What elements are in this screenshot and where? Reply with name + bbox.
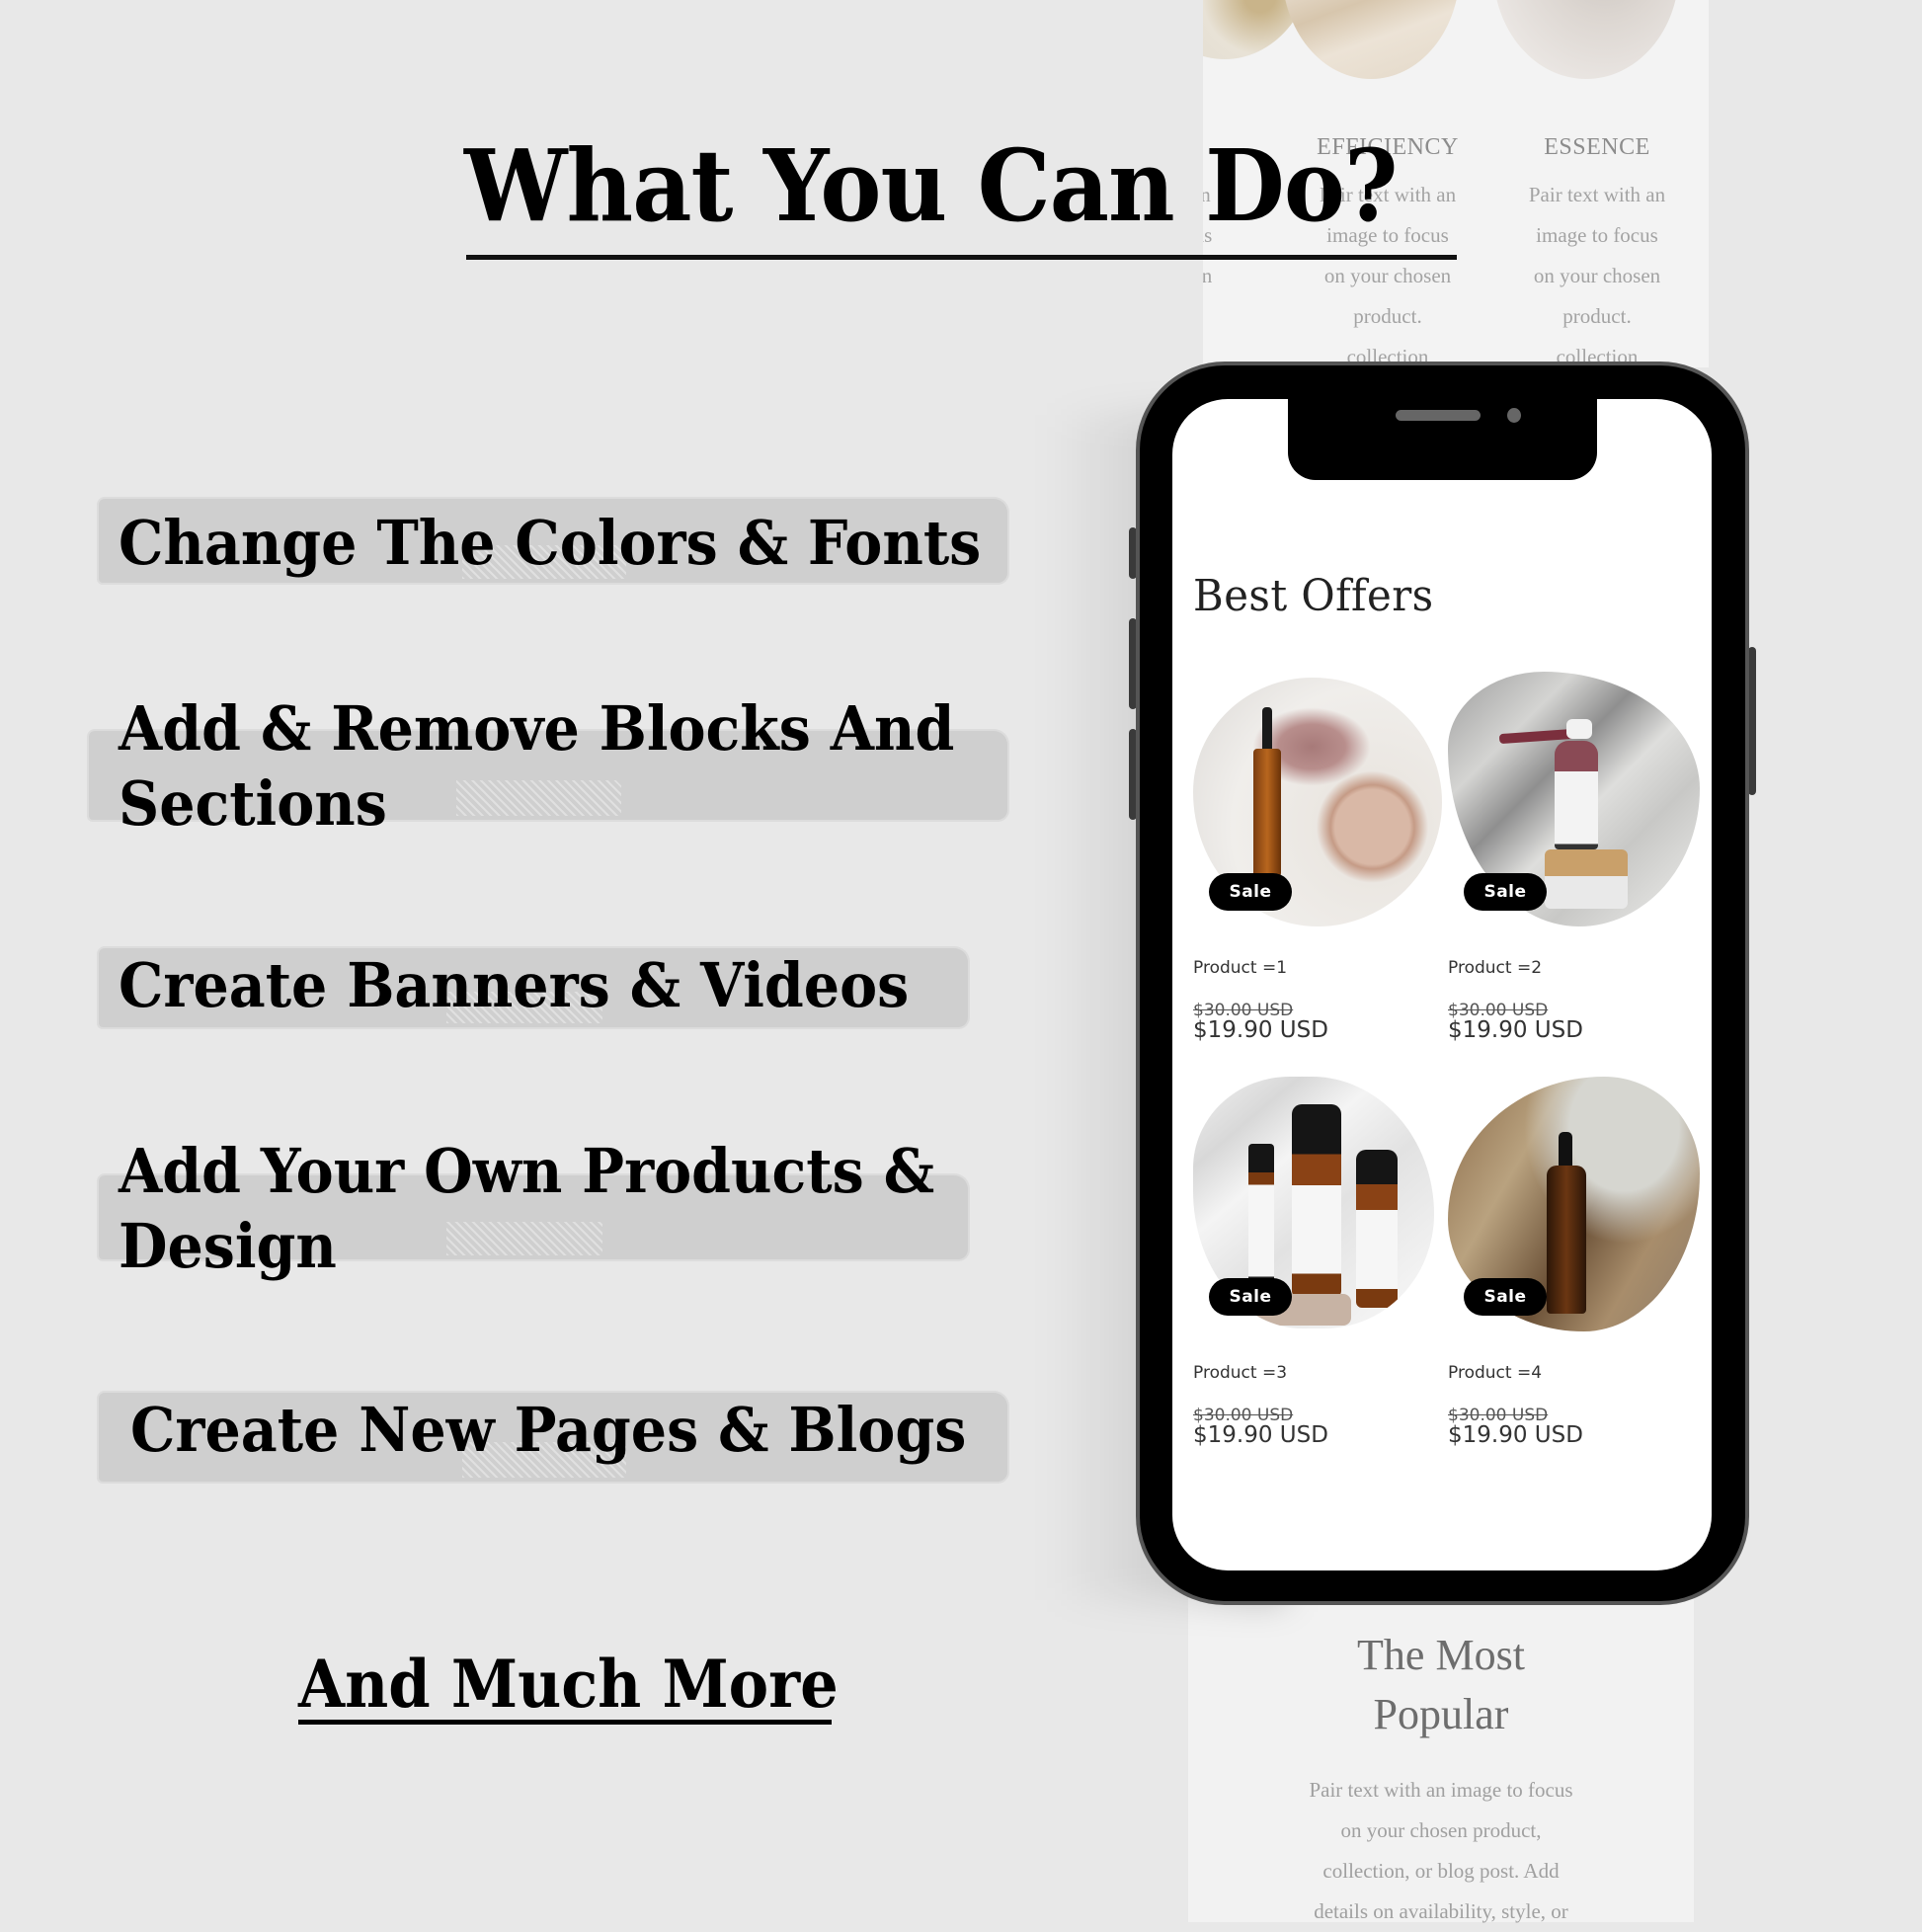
phone-camera-icon xyxy=(1507,408,1521,423)
best-offers-heading: Best Offers xyxy=(1193,571,1434,621)
feature-colors-fonts: Change The Colors & Fonts xyxy=(119,507,982,579)
product-name[interactable]: Product =4 xyxy=(1448,1363,1542,1383)
popular-section-title: The Most Popular xyxy=(1357,1631,1525,1738)
sale-badge: Sale xyxy=(1209,873,1292,911)
dropper-cap xyxy=(1262,707,1272,751)
feature-blocks-sections: Add & Remove Blocks And xyxy=(119,692,955,765)
product-price: $19.90 USD xyxy=(1193,1017,1328,1043)
feature-column-essence: ESSENCE Pair text with an image to focus… xyxy=(1493,134,1701,371)
spray-bottle-small xyxy=(1356,1150,1398,1308)
column-heading: ESSENCE xyxy=(1544,134,1650,160)
sale-badge: Sale xyxy=(1464,1278,1547,1316)
page-title: What You Can Do? xyxy=(464,127,1398,244)
product-price: $19.90 USD xyxy=(1448,1422,1583,1448)
phone-speaker-icon xyxy=(1396,410,1481,421)
more-link-underline xyxy=(298,1720,832,1725)
and-much-more-link[interactable]: And Much More xyxy=(298,1645,839,1724)
phone-power-button xyxy=(1748,647,1756,795)
product-name[interactable]: Product =3 xyxy=(1193,1363,1287,1383)
phone-screen: Best Offers Sale Product =1 $30.00 USD $… xyxy=(1172,399,1712,1570)
product-price: $19.90 USD xyxy=(1448,1017,1583,1043)
column-text: Pair text with an image to focus on your… xyxy=(1528,183,1666,368)
spray-bottle-large xyxy=(1292,1104,1341,1297)
product-name[interactable]: Product =2 xyxy=(1448,958,1542,978)
feature-blocks-sections-line2: Sections xyxy=(119,767,387,840)
feature-products-design-line2: Design xyxy=(119,1210,337,1282)
product-card[interactable]: Sale Product =2 $30.00 USD xyxy=(1448,672,1705,1027)
title-underline xyxy=(466,255,1457,260)
feature-products-design: Add Your Own Products & xyxy=(119,1135,935,1207)
feature-banners-videos: Create Banners & Videos xyxy=(119,949,910,1021)
popular-section-text: Pair text with an image to focus on your… xyxy=(1309,1778,1573,1923)
product-card[interactable]: Sale Product =3 $30.00 USD xyxy=(1193,1077,1434,1432)
dropper-cap xyxy=(1559,1132,1572,1167)
sale-badge: Sale xyxy=(1464,873,1547,911)
feature-pages-blogs: Create New Pages & Blogs xyxy=(130,1394,967,1466)
product-price: $19.90 USD xyxy=(1193,1422,1328,1448)
dropper-top xyxy=(1566,719,1592,739)
amber-bottle xyxy=(1547,1166,1586,1314)
product-name[interactable]: Product =1 xyxy=(1193,958,1287,978)
wooden-jar xyxy=(1545,849,1628,909)
phone-notch xyxy=(1288,395,1597,480)
product-card[interactable]: Sale Product =4 $30.00 USD xyxy=(1448,1077,1705,1432)
sale-badge: Sale xyxy=(1209,1278,1292,1316)
mauve-bottle xyxy=(1555,741,1598,849)
product-card[interactable]: Sale Product =1 $30.00 USD xyxy=(1193,672,1442,1027)
amber-bottle xyxy=(1253,749,1281,877)
